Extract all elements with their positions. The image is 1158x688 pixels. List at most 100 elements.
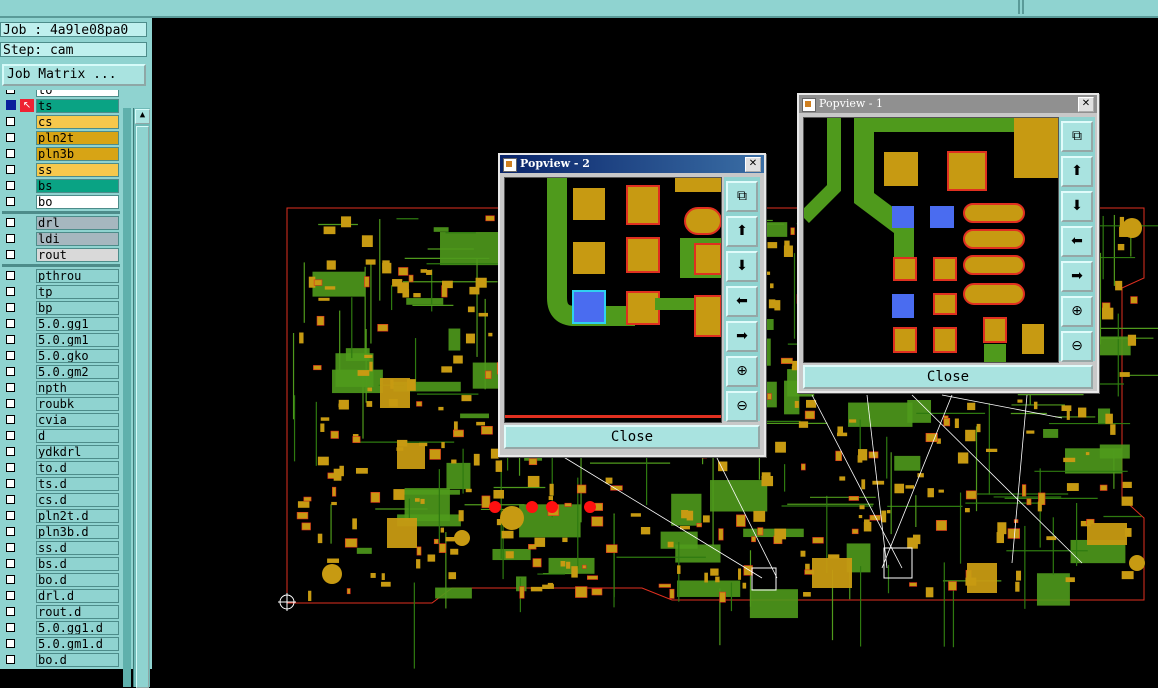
layer-checkbox[interactable] (6, 303, 15, 312)
layer-checkbox[interactable] (6, 319, 15, 328)
layer-checkbox[interactable] (6, 367, 15, 376)
layer-name[interactable]: bo.d (36, 653, 119, 667)
layer-name[interactable]: bs (36, 179, 119, 193)
layer-checkbox[interactable] (6, 623, 15, 632)
layer-checkbox[interactable] (6, 90, 15, 94)
layer-row[interactable]: pln3b.d (0, 524, 122, 540)
layer-checkbox[interactable] (6, 351, 15, 360)
layer-name[interactable]: ydkdrl (36, 445, 119, 459)
layer-name[interactable]: bs.d (36, 557, 119, 571)
scroll-up-arrow-icon[interactable]: ▲ (135, 109, 150, 124)
layer-name[interactable]: 5.0.gm1.d (36, 637, 119, 651)
layer-row[interactable]: 5.0.gm1 (0, 332, 122, 348)
layer-row[interactable]: ts.d (0, 476, 122, 492)
layer-checkbox[interactable] (6, 607, 15, 616)
layer-checkbox[interactable] (6, 234, 15, 243)
layer-checkbox[interactable] (6, 479, 15, 488)
popview-1-viewport[interactable] (803, 117, 1059, 363)
layer-checkbox[interactable] (6, 447, 15, 456)
popview-2-close-x-icon[interactable]: ✕ (745, 157, 761, 172)
zoom-out-icon[interactable]: ⊖ (1061, 331, 1093, 362)
layer-name[interactable]: bo.d (36, 573, 119, 587)
layer-name[interactable]: cvia (36, 413, 119, 427)
layer-name[interactable]: bp (36, 301, 119, 315)
layer-name[interactable]: cs (36, 115, 119, 129)
layer-row[interactable]: to.d (0, 460, 122, 476)
layer-checkbox[interactable] (6, 287, 15, 296)
layer-checkbox[interactable] (6, 271, 15, 280)
layer-row[interactable]: drl.d (0, 588, 122, 604)
layer-checkbox[interactable] (6, 639, 15, 648)
layer-row[interactable]: pln3b (0, 146, 122, 162)
layer-row[interactable]: ldi (0, 231, 122, 247)
layer-name[interactable]: pthrou (36, 269, 119, 283)
layer-name[interactable]: rout (36, 248, 119, 262)
layer-row[interactable]: 5.0.gko (0, 348, 122, 364)
layer-checkbox[interactable] (6, 463, 15, 472)
layer-name[interactable]: ts.d (36, 477, 119, 491)
popview-2-viewport[interactable] (504, 177, 722, 423)
zoom-fit-icon[interactable]: ⧉ (726, 181, 758, 212)
layer-name[interactable]: pln2t.d (36, 509, 119, 523)
popview-2-titlebar[interactable]: Popview - 2 ✕ (500, 155, 764, 173)
popview-1-close-button[interactable]: Close (803, 365, 1093, 389)
layer-row[interactable]: rout.d (0, 604, 122, 620)
layer-name[interactable]: pln3b.d (36, 525, 119, 539)
layer-name[interactable]: roubk (36, 397, 119, 411)
layer-row[interactable]: to (0, 90, 122, 98)
zoom-fit-icon[interactable]: ⧉ (1061, 121, 1093, 152)
popview-1-window[interactable]: Popview - 1 ✕ ⧉ ⬆ ⬇ ⬅ ➡ ⊕ ⊖ Close (797, 93, 1099, 393)
layer-name[interactable]: 5.0.gm2 (36, 365, 119, 379)
layer-row[interactable]: 5.0.gg1.d (0, 620, 122, 636)
layer-name[interactable]: to (36, 90, 119, 97)
pan-down-icon[interactable]: ⬇ (1061, 191, 1093, 222)
layer-name[interactable]: tp (36, 285, 119, 299)
layer-row[interactable]: cvia (0, 412, 122, 428)
layer-row[interactable]: 5.0.gm2 (0, 364, 122, 380)
layer-name[interactable]: 5.0.gm1 (36, 333, 119, 347)
layer-row[interactable]: roubk (0, 396, 122, 412)
layer-row[interactable]: 5.0.gg1 (0, 316, 122, 332)
popview-1-titlebar[interactable]: Popview - 1 ✕ (799, 95, 1097, 113)
layer-name[interactable]: ss.d (36, 541, 119, 555)
layer-row[interactable]: pln2t.d (0, 508, 122, 524)
layer-checkbox[interactable] (6, 399, 15, 408)
layer-row[interactable]: bp (0, 300, 122, 316)
popview-2-window[interactable]: Popview - 2 ✕ ⧉ ⬆ ⬇ ⬅ ➡ ⊕ ⊖ Close (498, 153, 766, 457)
job-matrix-button[interactable]: Job Matrix ... (2, 64, 146, 86)
layer-row[interactable]: ss (0, 162, 122, 178)
layer-row[interactable]: rout (0, 247, 122, 263)
layer-name[interactable]: cs.d (36, 493, 119, 507)
layer-checkbox[interactable] (6, 250, 15, 259)
popview-2-close-button[interactable]: Close (504, 425, 760, 449)
layer-row[interactable]: pthrou (0, 268, 122, 284)
layer-row[interactable]: npth (0, 380, 122, 396)
layer-row[interactable]: bo (0, 194, 122, 210)
pan-right-icon[interactable]: ➡ (726, 321, 758, 352)
layer-name[interactable]: 5.0.gg1 (36, 317, 119, 331)
layer-row[interactable]: bo.d (0, 572, 122, 588)
layer-checkbox[interactable] (6, 218, 15, 227)
layer-row[interactable]: ↖ ts (0, 98, 122, 114)
layer-row[interactable]: cs (0, 114, 122, 130)
layer-name[interactable]: 5.0.gg1.d (36, 621, 119, 635)
layer-name[interactable]: npth (36, 381, 119, 395)
layer-row[interactable]: bs.d (0, 556, 122, 572)
layer-checkbox[interactable] (6, 527, 15, 536)
scroll-thumb[interactable] (136, 126, 149, 688)
layer-name[interactable]: bo (36, 195, 119, 209)
layer-checkbox[interactable] (6, 655, 15, 664)
layer-row[interactable]: bo.d (0, 652, 122, 668)
layer-checkbox[interactable] (6, 415, 15, 424)
layer-checkbox[interactable] (6, 543, 15, 552)
zoom-in-icon[interactable]: ⊕ (726, 356, 758, 387)
layer-name[interactable]: ldi (36, 232, 119, 246)
layer-checkbox[interactable] (6, 335, 15, 344)
popview-1-close-x-icon[interactable]: ✕ (1078, 97, 1094, 112)
layer-checkbox[interactable] (6, 591, 15, 600)
pan-down-icon[interactable]: ⬇ (726, 251, 758, 282)
layer-checkbox[interactable] (6, 133, 15, 142)
pan-left-icon[interactable]: ⬅ (726, 286, 758, 317)
pan-left-icon[interactable]: ⬅ (1061, 226, 1093, 257)
layer-checkbox[interactable] (6, 181, 15, 190)
